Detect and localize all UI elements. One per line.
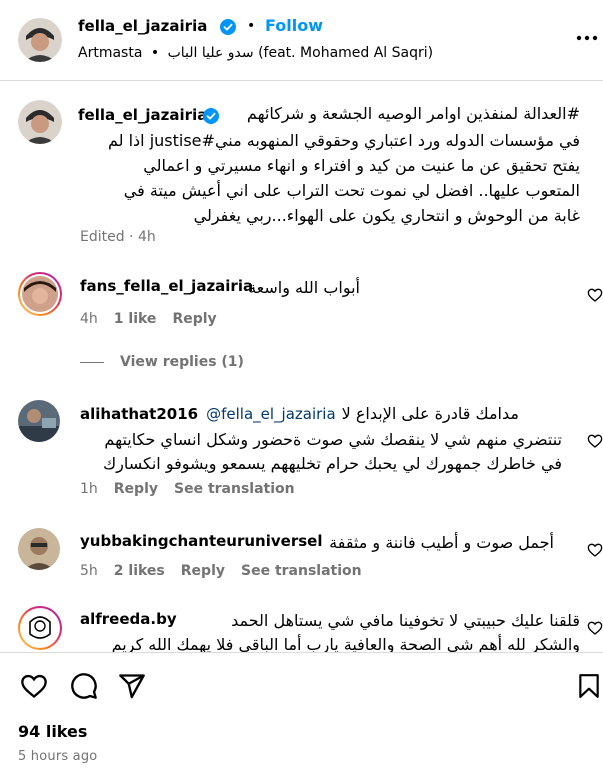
- comment-reply-button[interactable]: Reply: [172, 311, 216, 327]
- subtitle-dot: •: [150, 45, 160, 61]
- artist-name[interactable]: Artmasta: [78, 45, 142, 61]
- comment-text-line-3: في خاطرك جمهورك لي يحبك حرام تخليههم يسم…: [102, 454, 562, 473]
- follow-button[interactable]: Follow: [265, 16, 323, 35]
- comment-meta: 4h 1 like Reply: [80, 311, 217, 327]
- comment-like-heart-icon[interactable]: [587, 433, 603, 449]
- comment-username[interactable]: yubbakingchanteuruniversel: [80, 532, 322, 550]
- avatar-photo-icon: [18, 528, 60, 570]
- comment-username[interactable]: fans_fella_el_jazairia: [80, 277, 253, 295]
- view-replies-row[interactable]: View replies (1): [80, 354, 244, 370]
- comment-avatar[interactable]: [18, 400, 60, 442]
- post-time-ago[interactable]: 5 hours ago: [18, 749, 97, 764]
- header-dot: •: [247, 18, 256, 34]
- comment-username[interactable]: alihathat2016: [80, 405, 198, 423]
- comment-avatar[interactable]: [18, 528, 60, 570]
- avatar-portrait-icon: [20, 274, 60, 314]
- caption-author-avatar[interactable]: [18, 100, 62, 144]
- avatar-illustration-icon: [20, 608, 60, 648]
- comment-text: قلقنا عليك حبيبتي لا تخوفينا مافي شي يست…: [231, 611, 580, 630]
- comment-icon[interactable]: [70, 672, 98, 700]
- caption-line-3: يفتح تحقيق عن ما عنيت من كيد و افتراء و …: [143, 156, 580, 175]
- comment-mention[interactable]: @fella_el_jazairia: [206, 405, 336, 423]
- actions-divider: [0, 652, 603, 653]
- comment-like-heart-icon[interactable]: [587, 542, 603, 558]
- caption-line-2: في مؤسسات الدوله ورد اعتباري وحقوقي المن…: [107, 131, 580, 150]
- comment-like-heart-icon[interactable]: [587, 287, 603, 303]
- caption-author-username[interactable]: fella_el_jazairia: [78, 106, 207, 124]
- comment-avatar[interactable]: [18, 272, 62, 316]
- post-author-username[interactable]: fella_el_jazairia: [78, 17, 207, 35]
- comment-meta: 5h 2 likes Reply See translation: [80, 563, 362, 579]
- comment-text: أبواب الله واسعة: [248, 278, 360, 297]
- comment-text-line-2: والشكر لله أهم شي الصحة والعافية يارب أم…: [111, 635, 580, 652]
- heart-icon[interactable]: [20, 672, 48, 700]
- avatar-photo-icon: [18, 400, 60, 442]
- bookmark-icon[interactable]: [576, 672, 602, 700]
- comment-username[interactable]: alfreeda.by: [80, 610, 177, 628]
- caption-line-5: غابة من الوحوش و انتحاري يكون على الهواء…: [193, 206, 580, 225]
- avatar-portrait-icon: [18, 100, 62, 144]
- song-title[interactable]: سدو عليا الباب (feat. Mohamed Al Saqri): [168, 45, 434, 61]
- comment-text: أجمل صوت و أطيب فاننة و مثقفة: [329, 533, 554, 552]
- comment-likes[interactable]: 1 like: [114, 311, 157, 327]
- comment-likes[interactable]: 2 likes: [114, 563, 165, 579]
- music-subtitle[interactable]: Artmasta • سدو عليا الباب (feat. Mohamed…: [78, 45, 433, 61]
- likes-count[interactable]: 94 likes: [18, 722, 87, 741]
- comment-time: 1h: [80, 481, 98, 497]
- view-replies-button[interactable]: View replies (1): [120, 354, 244, 370]
- comment-time: 5h: [80, 563, 98, 579]
- comment-text-line-2: تنتضري منهم شي لا ينقصك شي صوت ةحضور وشك…: [104, 430, 562, 449]
- caption-line-1: #العدالة لمنفذين اوامر الوصيه الجشعة و ش…: [246, 104, 580, 123]
- comment-4-clip: alfreeda.by قلقنا عليك حبيبتي لا تخوفينا…: [0, 600, 603, 652]
- header-divider: [0, 80, 603, 81]
- verified-badge-icon: [220, 19, 236, 35]
- see-translation-button[interactable]: See translation: [241, 563, 362, 579]
- view-replies-line: [80, 361, 104, 363]
- more-horizontal-icon[interactable]: [575, 34, 599, 42]
- verified-badge-icon: [203, 108, 219, 124]
- caption-edited-time: Edited · 4h: [80, 229, 156, 245]
- avatar-portrait-icon: [18, 18, 62, 62]
- comment-avatar[interactable]: [18, 606, 62, 650]
- see-translation-button[interactable]: See translation: [174, 481, 295, 497]
- share-icon[interactable]: [118, 672, 146, 700]
- comment-header-line: alihathat2016 @fella_el_jazairia مدامك ق…: [80, 402, 580, 426]
- comment-time: 4h: [80, 311, 98, 327]
- post-author-avatar[interactable]: [18, 18, 62, 62]
- comment-text: مدامك قادرة على الإبداع لا: [341, 404, 519, 423]
- comment-meta: 1h Reply See translation: [80, 481, 295, 497]
- comment-like-heart-icon[interactable]: [587, 620, 603, 636]
- comment-reply-button[interactable]: Reply: [181, 563, 225, 579]
- comment-reply-button[interactable]: Reply: [114, 481, 158, 497]
- caption-line-4: المتعوب عليها.. افضل لي نموت تحت التراب …: [123, 181, 580, 200]
